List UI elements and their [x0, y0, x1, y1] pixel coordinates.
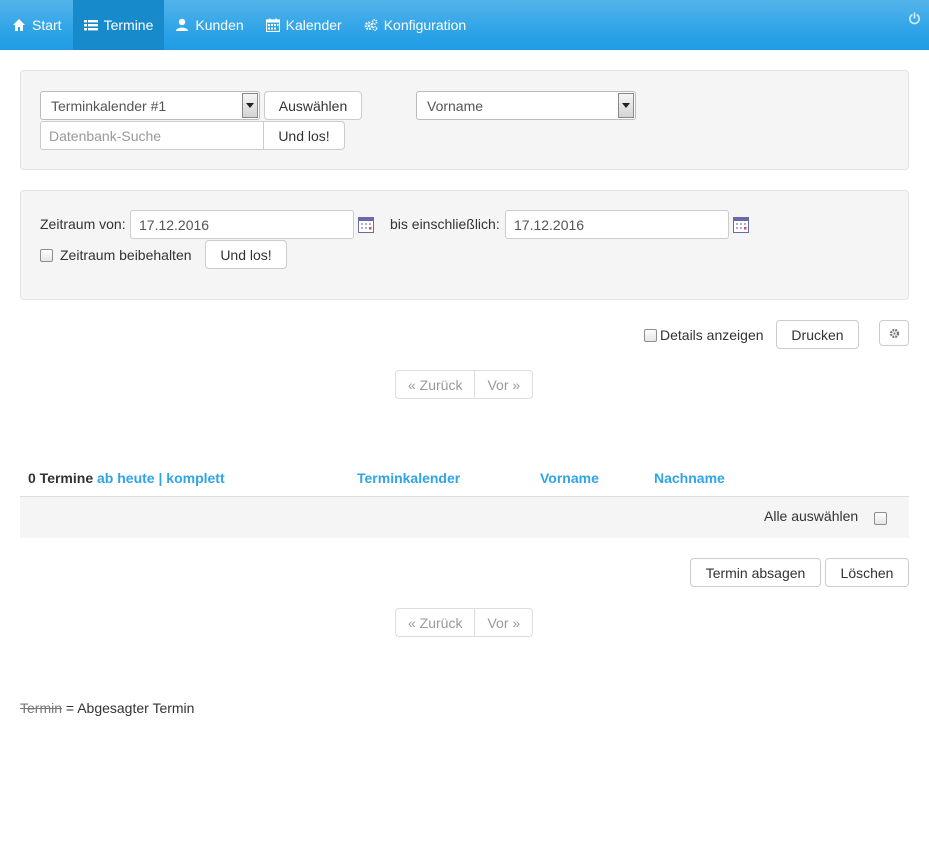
nav-item-termine[interactable]: Termine [72, 0, 165, 50]
pager-forward-button[interactable]: Vor » [474, 609, 532, 636]
column-header-lastname[interactable]: Nachname [654, 470, 725, 486]
pager-forward-button[interactable]: Vor » [474, 371, 532, 398]
range-go-button[interactable]: Und los! [205, 240, 287, 269]
date-range-panel [20, 190, 909, 300]
nav-item-kalender[interactable]: Kalender [255, 0, 353, 50]
search-field-select[interactable]: Vorname [416, 91, 636, 120]
keep-range-label: Zeitraum beibehalten [60, 247, 192, 263]
select-calendar-button[interactable]: Auswählen [264, 91, 362, 120]
legend: Termin = Abgesagter Termin [20, 700, 194, 716]
legend-text: = Abgesagter Termin [65, 700, 195, 716]
settings-button[interactable] [879, 320, 909, 346]
pager-back-button[interactable]: « Zurück [396, 609, 474, 636]
cogs-icon [364, 18, 378, 32]
home-icon [12, 18, 26, 32]
legend-struck-example: Termin [20, 700, 63, 716]
db-search-input[interactable]: Datenbank-Suche [40, 121, 264, 150]
from-date-input[interactable]: 17.12.2016 [130, 210, 354, 239]
nav-item-start[interactable]: Start [0, 0, 73, 50]
nav-item-konfiguration[interactable]: Konfiguration [353, 0, 478, 50]
to-date-label: bis einschließlich: [390, 216, 500, 232]
chevron-down-icon [242, 93, 258, 118]
filter-from-today-link[interactable]: ab heute [97, 470, 155, 486]
pager-back-button[interactable]: « Zurück [396, 371, 474, 398]
select-all-label: Alle auswählen [764, 508, 859, 524]
user-icon [175, 18, 189, 32]
calendar-icon [265, 18, 280, 32]
column-header-firstname[interactable]: Vorname [540, 470, 599, 486]
nav-item-kunden[interactable]: Kunden [164, 0, 254, 50]
calendar-select-value: Terminkalender #1 [51, 97, 167, 114]
date-picker-icon[interactable] [358, 217, 374, 233]
count-label: 0 Termine [28, 470, 94, 486]
to-date-input[interactable]: 17.12.2016 [505, 210, 729, 239]
print-button[interactable]: Drucken [776, 320, 859, 349]
search-go-button[interactable]: Und los! [263, 121, 345, 150]
nav-item-label: Konfiguration [383, 17, 467, 33]
search-panel [20, 70, 909, 170]
delete-button[interactable]: Löschen [825, 558, 909, 587]
details-checkbox[interactable] [644, 329, 657, 342]
from-date-label: Zeitraum von: [40, 216, 126, 232]
pager-bottom: « Zurück Vor » [395, 608, 534, 637]
keep-range-checkbox[interactable] [40, 249, 53, 262]
column-header-calendar[interactable]: Terminkalender [357, 470, 460, 486]
nav-item-label: Kalender [285, 17, 342, 33]
gear-icon [889, 328, 900, 339]
cancel-appointment-button[interactable]: Termin absagen [690, 558, 821, 587]
select-all-checkbox[interactable] [874, 512, 887, 525]
pager-top: « Zurück Vor » [395, 370, 534, 399]
calendar-select[interactable]: Terminkalender #1 [40, 91, 260, 120]
filter-separator: | [158, 470, 163, 486]
power-icon[interactable] [908, 12, 921, 28]
top-navbar: Start Termine Kunden Kalender Konfigurat… [0, 0, 929, 50]
nav-item-label: Start [32, 17, 62, 33]
date-picker-icon[interactable] [733, 217, 749, 233]
appointments-count: 0 Termine ab heute | komplett [28, 470, 225, 486]
search-field-select-value: Vorname [427, 97, 484, 114]
details-label: Details anzeigen [660, 327, 764, 343]
list-icon [83, 18, 98, 32]
nav-item-label: Termine [103, 17, 154, 33]
filter-complete-link[interactable]: komplett [166, 470, 224, 486]
chevron-down-icon [618, 93, 634, 118]
nav-item-label: Kunden [195, 17, 244, 33]
